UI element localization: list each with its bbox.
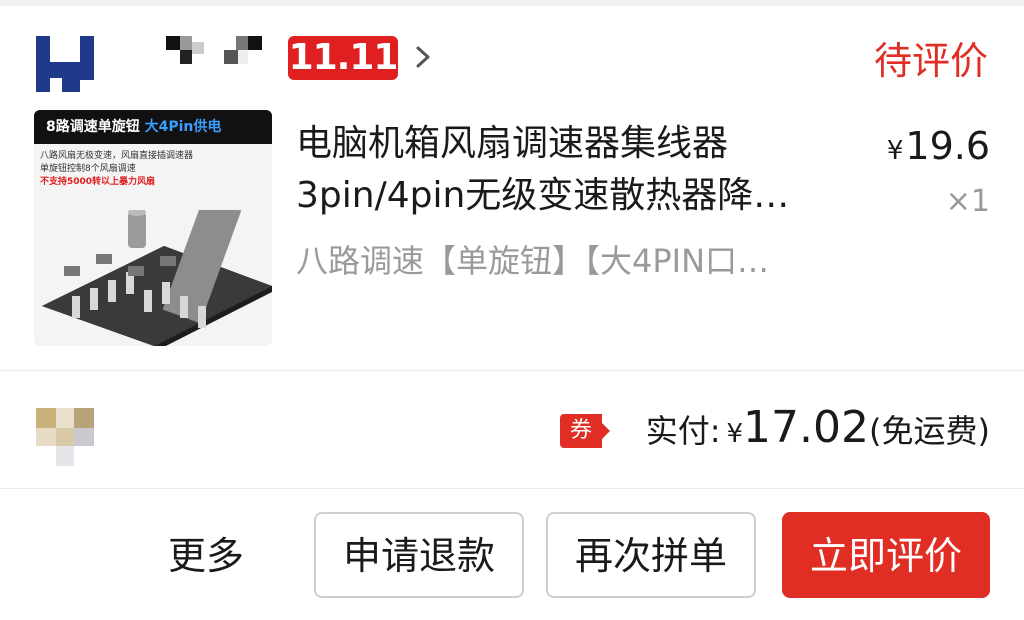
- image-line: 八路风扇无极变速，风扇直接插调速器: [40, 151, 194, 161]
- paid-amount: 17.02: [743, 402, 870, 453]
- product-image[interactable]: 8路调速单旋钮 大4Pin供电 八路风扇无极变速，风扇直接插调速器 单旋钮控制8…: [34, 110, 272, 346]
- promo-badge: 11.11: [288, 36, 398, 80]
- more-button[interactable]: 更多: [168, 530, 244, 582]
- image-caption: 八路风扇无极变速，风扇直接插调速器 单旋钮控制8个风扇调速 不支持5000转以上…: [40, 150, 193, 189]
- shop-name-mosaic[interactable]: [166, 36, 262, 72]
- paid-label: 实付:: [645, 412, 721, 450]
- image-banner-highlight: 大4Pin供电: [144, 119, 222, 135]
- quantity: ×1: [945, 184, 990, 219]
- review-now-button[interactable]: 立即评价: [782, 512, 990, 598]
- paid-summary: 实付: ¥17.02(免运费): [646, 402, 990, 453]
- chevron-right-icon[interactable]: [412, 42, 434, 72]
- paid-currency: ¥: [726, 419, 744, 449]
- fan-controller-illustration: [42, 210, 272, 346]
- unit-price-value: 19.6: [905, 124, 990, 168]
- image-banner: 8路调速单旋钮 大4Pin供电: [34, 110, 272, 144]
- order-status: 待评价: [873, 39, 988, 83]
- divider: [0, 488, 1024, 489]
- rebuy-group-button[interactable]: 再次拼单: [546, 512, 756, 598]
- shipping-note: (免运费): [869, 412, 990, 450]
- shop-logo-icon[interactable]: [36, 36, 94, 92]
- request-refund-button[interactable]: 申请退款: [314, 512, 524, 598]
- divider: [0, 370, 1024, 371]
- image-warning: 不支持5000转以上暴力风扇: [40, 177, 156, 187]
- currency-symbol: ¥: [886, 136, 904, 166]
- top-separator: [0, 0, 1024, 6]
- buyer-avatar-mosaic: [36, 408, 94, 466]
- product-title[interactable]: 电脑机箱风扇调速器集线器3pin/4pin无级变速散热器降…: [296, 118, 856, 222]
- image-banner-text: 8路调速单旋钮: [46, 119, 140, 135]
- product-spec: 八路调速【单旋钮】【大4PIN口…: [296, 242, 770, 280]
- image-line: 单旋钮控制8个风扇调速: [40, 164, 136, 174]
- coupon-badge: 券: [560, 414, 610, 448]
- unit-price: ¥19.6: [887, 122, 990, 175]
